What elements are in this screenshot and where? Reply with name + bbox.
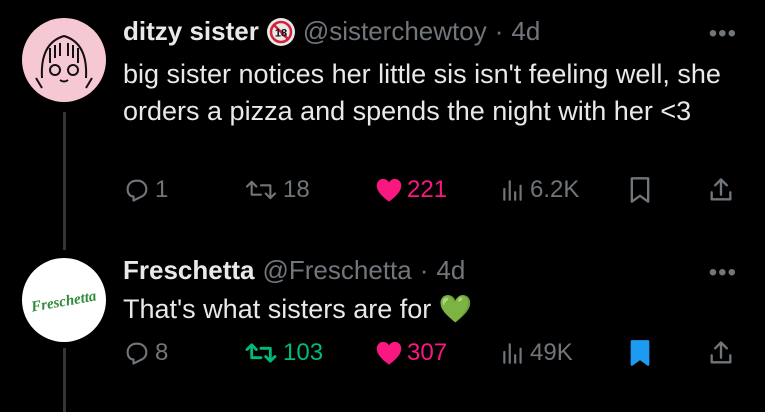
share-button[interactable]: [707, 176, 735, 204]
handle[interactable]: @sisterchewtoy: [303, 16, 487, 47]
separator: ·: [419, 255, 429, 285]
view-count: 6.2K: [530, 176, 580, 203]
retweet-button[interactable]: 103: [243, 339, 323, 367]
tweet-2[interactable]: Freschetta Freschetta @Freschetta · 4d •…: [0, 245, 765, 412]
more-options-button[interactable]: •••: [709, 259, 737, 287]
action-bar: 8 103 307 49K: [0, 339, 765, 379]
reply-icon: [126, 342, 148, 365]
age-restricted-badge-icon: 18: [266, 17, 295, 46]
reply-count: 1: [155, 176, 169, 203]
heart-filled-icon: [376, 178, 402, 202]
timestamp[interactable]: 4d: [511, 16, 540, 47]
display-name[interactable]: Freschetta: [123, 255, 255, 286]
bookmark-button[interactable]: [628, 339, 652, 367]
tweet-header: Freschetta @Freschetta · 4d: [123, 255, 465, 286]
avatar-freschetta[interactable]: Freschetta: [22, 258, 106, 342]
timestamp[interactable]: 4d: [436, 255, 465, 286]
retweet-icon: [245, 180, 277, 200]
reply-button[interactable]: 1: [123, 176, 168, 204]
share-icon: [710, 341, 732, 364]
tweet-header: ditzy sister 18 @sisterchewtoy · 4d: [123, 16, 540, 47]
svg-text:Freschetta: Freschetta: [29, 288, 98, 315]
action-bar: 1 18 221 6.2K: [0, 176, 765, 216]
separator: ·: [494, 16, 504, 46]
share-icon: [710, 178, 732, 201]
more-options-button[interactable]: •••: [709, 20, 737, 48]
display-name[interactable]: ditzy sister: [123, 16, 259, 47]
views-chart-icon: [503, 343, 522, 364]
views-button[interactable]: 6.2K: [500, 176, 579, 204]
reply-icon: [126, 179, 148, 202]
reply-button[interactable]: 8: [123, 339, 168, 367]
retweet-count: 103: [283, 339, 324, 366]
retweet-count: 18: [283, 176, 310, 203]
freschetta-logo-icon: Freschetta: [29, 288, 98, 315]
share-button[interactable]: [707, 339, 735, 367]
tweet-text: That's what sisters are for 💚: [123, 294, 473, 324]
bookmark-outline-icon: [630, 177, 650, 203]
bookmark-filled-icon: [630, 340, 650, 366]
retweet-active-icon: [245, 343, 277, 363]
tweet-1[interactable]: ditzy sister 18 @sisterchewtoy · 4d ••• …: [0, 0, 765, 245]
bookmark-button[interactable]: [628, 176, 652, 204]
views-button[interactable]: 49K: [500, 339, 573, 367]
reply-count: 8: [155, 339, 169, 366]
tweet-text: big sister notices her little sis isn't …: [123, 59, 721, 126]
like-count: 221: [407, 176, 448, 203]
svg-text:18: 18: [275, 27, 287, 39]
retweet-button[interactable]: 18: [243, 176, 310, 204]
avatar[interactable]: [22, 18, 106, 102]
view-count: 49K: [530, 339, 573, 366]
avatar-drawing-icon: [35, 34, 93, 89]
heart-filled-icon: [376, 341, 402, 365]
like-button[interactable]: 307: [375, 339, 447, 367]
handle[interactable]: @Freschetta: [263, 255, 412, 286]
like-button[interactable]: 221: [375, 176, 447, 204]
views-chart-icon: [503, 180, 522, 201]
like-count: 307: [407, 339, 448, 366]
